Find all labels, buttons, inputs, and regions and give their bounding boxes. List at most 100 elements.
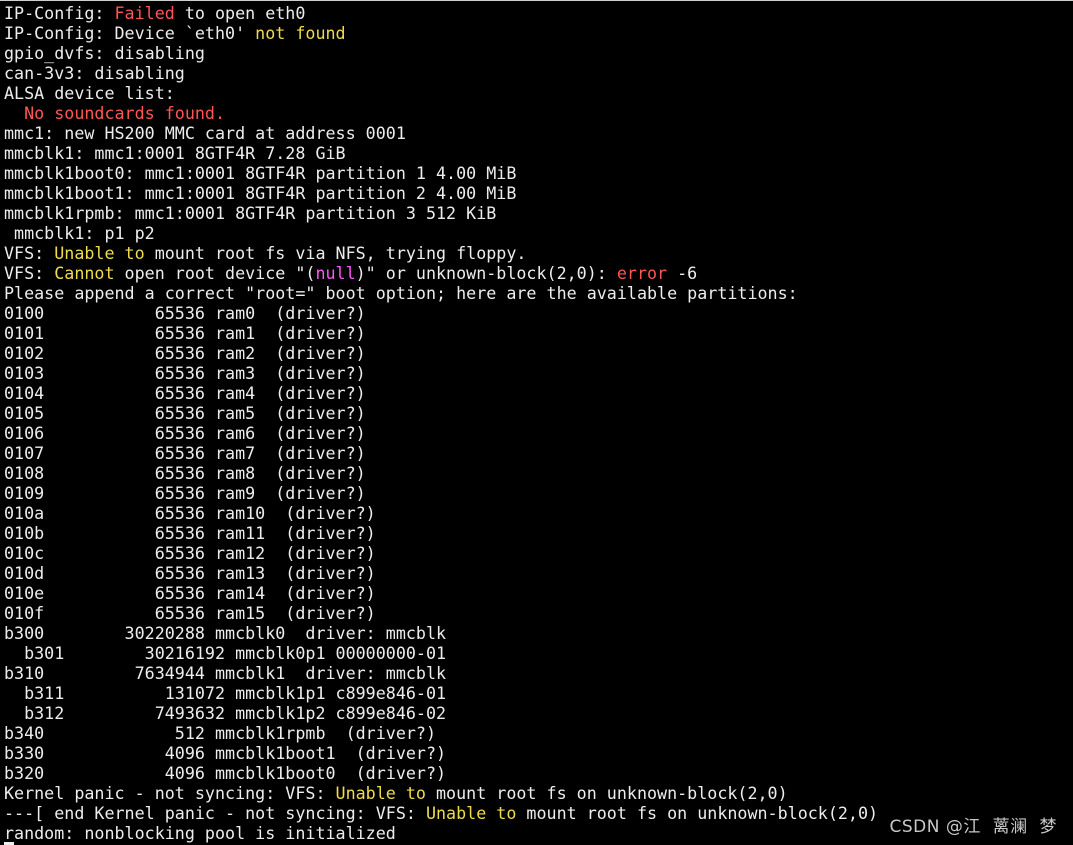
terminal-text-segment: 010b 65536 ram11 (driver?): [4, 523, 376, 543]
terminal-line: VFS: Unable to mount root fs via NFS, tr…: [4, 243, 878, 263]
terminal-line: b340 512 mmcblk1rpmb (driver?): [4, 723, 878, 743]
terminal-line: ---[ end Kernel panic - not syncing: VFS…: [4, 803, 878, 823]
csdn-watermark: CSDN @江 蓠澜 梦: [889, 817, 1057, 837]
terminal-text-segment: mount root fs via NFS, trying floppy.: [144, 243, 527, 263]
terminal-line: 0107 65536 ram7 (driver?): [4, 443, 878, 463]
terminal-text-segment: gpio_dvfs: disabling: [4, 43, 205, 63]
terminal-line: 010b 65536 ram11 (driver?): [4, 523, 878, 543]
terminal-line: b330 4096 mmcblk1boot1 (driver?): [4, 743, 878, 763]
terminal-text-segment: 0100 65536 ram0 (driver?): [4, 303, 366, 323]
terminal-line: random: nonblocking pool is initialized: [4, 823, 878, 843]
terminal-text-segment: VFS:: [4, 243, 55, 263]
terminal-text-segment: open root device "(: [114, 263, 316, 283]
terminal-text-segment: 0106 65536 ram6 (driver?): [4, 423, 366, 443]
terminal-text-segment: mmcblk1: mmc1:0001 8GTF4R 7.28 GiB: [4, 143, 346, 163]
terminal-text-segment: b330 4096 mmcblk1boot1 (driver?): [4, 743, 447, 763]
terminal-text-segment: b311 131072 mmcblk1p1 c899e846-01: [4, 683, 447, 703]
terminal-line: gpio_dvfs: disabling: [4, 43, 878, 63]
terminal-line: 010c 65536 ram12 (driver?): [4, 543, 878, 563]
terminal-text-segment: 0103 65536 ram3 (driver?): [4, 363, 366, 383]
terminal-text-segment: Please append a correct "root=" boot opt…: [4, 283, 798, 303]
terminal-text-segment: to open eth0: [174, 3, 306, 23]
terminal-line: 0104 65536 ram4 (driver?): [4, 383, 878, 403]
terminal-text-segment: 0105 65536 ram5 (driver?): [4, 403, 366, 423]
terminal-text-segment: No soundcards found.: [4, 103, 226, 123]
terminal-text-segment: IP-Config:: [4, 3, 115, 23]
terminal-line: No soundcards found.: [4, 103, 878, 123]
terminal-line: VFS: Cannot open root device "(null)" or…: [4, 263, 878, 283]
terminal-text-segment: 0101 65536 ram1 (driver?): [4, 323, 366, 343]
terminal-text-segment: b300 30220288 mmcblk0 driver: mmcblk: [4, 623, 447, 643]
terminal-text-segment: ---[ end Kernel panic - not syncing: VFS…: [4, 803, 426, 823]
terminal-text-segment: mount root fs on unknown-block(2,0): [516, 803, 879, 823]
terminal-line: b312 7493632 mmcblk1p2 c899e846-02: [4, 703, 878, 723]
terminal-text-segment: Unable to: [425, 803, 517, 823]
terminal-text-segment: 010d 65536 ram13 (driver?): [4, 563, 376, 583]
terminal-line: 010f 65536 ram15 (driver?): [4, 603, 878, 623]
terminal-text-segment: Kernel panic - not syncing: VFS:: [4, 783, 336, 803]
terminal-line: b301 30216192 mmcblk0p1 00000000-01: [4, 643, 878, 663]
terminal-line: b310 7634944 mmcblk1 driver: mmcblk: [4, 663, 878, 683]
terminal-text-segment: b301 30216192 mmcblk0p1 00000000-01: [4, 643, 447, 663]
terminal-text-segment: mount root fs on unknown-block(2,0): [425, 783, 788, 803]
terminal-line: mmcblk1: p1 p2: [4, 223, 878, 243]
terminal-text-segment: 0104 65536 ram4 (driver?): [4, 383, 366, 403]
terminal-text-segment: b312 7493632 mmcblk1p2 c899e846-02: [4, 703, 447, 723]
terminal-line: b311 131072 mmcblk1p1 c899e846-01: [4, 683, 878, 703]
terminal-text-segment: Cannot: [54, 263, 115, 283]
terminal-text-segment: b320 4096 mmcblk1boot0 (driver?): [4, 763, 447, 783]
terminal-text-segment: ALSA device list:: [4, 83, 175, 103]
terminal-line: Kernel panic - not syncing: VFS: Unable …: [4, 783, 878, 803]
terminal-text-segment: mmc1: new HS200 MMC card at address 0001: [4, 123, 406, 143]
terminal-line: 0101 65536 ram1 (driver?): [4, 323, 878, 343]
terminal-text-segment: )" or unknown-block(2,0):: [355, 263, 617, 283]
terminal-line: IP-Config: Device `eth0' not found: [4, 23, 878, 43]
terminal-text-segment: not found: [255, 23, 346, 43]
terminal-text-segment: 0108 65536 ram8 (driver?): [4, 463, 366, 483]
terminal-text-segment: IP-Config: Device `eth0': [4, 23, 256, 43]
terminal-text-segment: mmcblk1boot1: mmc1:0001 8GTF4R partition…: [4, 183, 517, 203]
terminal-text-segment: 010e 65536 ram14 (driver?): [4, 583, 376, 603]
terminal-line: 010e 65536 ram14 (driver?): [4, 583, 878, 603]
terminal-text-segment: 0102 65536 ram2 (driver?): [4, 343, 366, 363]
terminal-output: IP-Config: Failed to open eth0 IP-Config:…: [4, 3, 878, 843]
terminal-text-segment: 0107 65536 ram7 (driver?): [4, 443, 366, 463]
terminal-text-segment: b310 7634944 mmcblk1 driver: mmcblk: [4, 663, 447, 683]
terminal-line: Please append a correct "root=" boot opt…: [4, 283, 878, 303]
terminal-text-segment: 010f 65536 ram15 (driver?): [4, 603, 376, 623]
terminal-text-segment: Unable to: [54, 243, 145, 263]
terminal-line: 010d 65536 ram13 (driver?): [4, 563, 878, 583]
terminal-line: mmcblk1boot1: mmc1:0001 8GTF4R partition…: [4, 183, 878, 203]
terminal-text-segment: mmcblk1rpmb: mmc1:0001 8GTF4R partition …: [4, 203, 497, 223]
terminal-line: 0106 65536 ram6 (driver?): [4, 423, 878, 443]
terminal-text-segment: null: [315, 263, 356, 283]
terminal-line: 0105 65536 ram5 (driver?): [4, 403, 878, 423]
terminal-line: b320 4096 mmcblk1boot0 (driver?): [4, 763, 878, 783]
terminal-line: can-3v3: disabling: [4, 63, 878, 83]
terminal-text-segment: 010c 65536 ram12 (driver?): [4, 543, 376, 563]
terminal-line: 0102 65536 ram2 (driver?): [4, 343, 878, 363]
terminal-line: b300 30220288 mmcblk0 driver: mmcblk: [4, 623, 878, 643]
terminal-line: 0109 65536 ram9 (driver?): [4, 483, 878, 503]
terminal-line: 0108 65536 ram8 (driver?): [4, 463, 878, 483]
terminal-text-segment: error: [616, 263, 668, 283]
terminal-line: mmc1: new HS200 MMC card at address 0001: [4, 123, 878, 143]
terminal-text-segment: Unable to: [335, 783, 426, 803]
terminal-text-segment: 0109 65536 ram9 (driver?): [4, 483, 366, 503]
terminal-line: 0103 65536 ram3 (driver?): [4, 363, 878, 383]
terminal-window[interactable]: IP-Config: Failed to open eth0 IP-Config:…: [0, 0, 1073, 845]
terminal-text-segment: random: nonblocking pool is initialized: [4, 823, 396, 843]
terminal-line: mmcblk1boot0: mmc1:0001 8GTF4R partition…: [4, 163, 878, 183]
terminal-text-segment: 010a 65536 ram10 (driver?): [4, 503, 376, 523]
terminal-text-segment: b340 512 mmcblk1rpmb (driver?): [4, 723, 437, 743]
terminal-text-segment: VFS:: [4, 263, 55, 283]
terminal-line: IP-Config: Failed to open eth0: [4, 3, 878, 23]
terminal-line: mmcblk1rpmb: mmc1:0001 8GTF4R partition …: [4, 203, 878, 223]
terminal-line: mmcblk1: mmc1:0001 8GTF4R 7.28 GiB: [4, 143, 878, 163]
terminal-text-segment: -6: [667, 263, 698, 283]
terminal-line: ALSA device list:: [4, 83, 878, 103]
terminal-text-segment: mmcblk1boot0: mmc1:0001 8GTF4R partition…: [4, 163, 517, 183]
terminal-line: 0100 65536 ram0 (driver?): [4, 303, 878, 323]
terminal-text-segment: Failed: [114, 3, 175, 23]
terminal-text-segment: mmcblk1: p1 p2: [4, 223, 155, 243]
